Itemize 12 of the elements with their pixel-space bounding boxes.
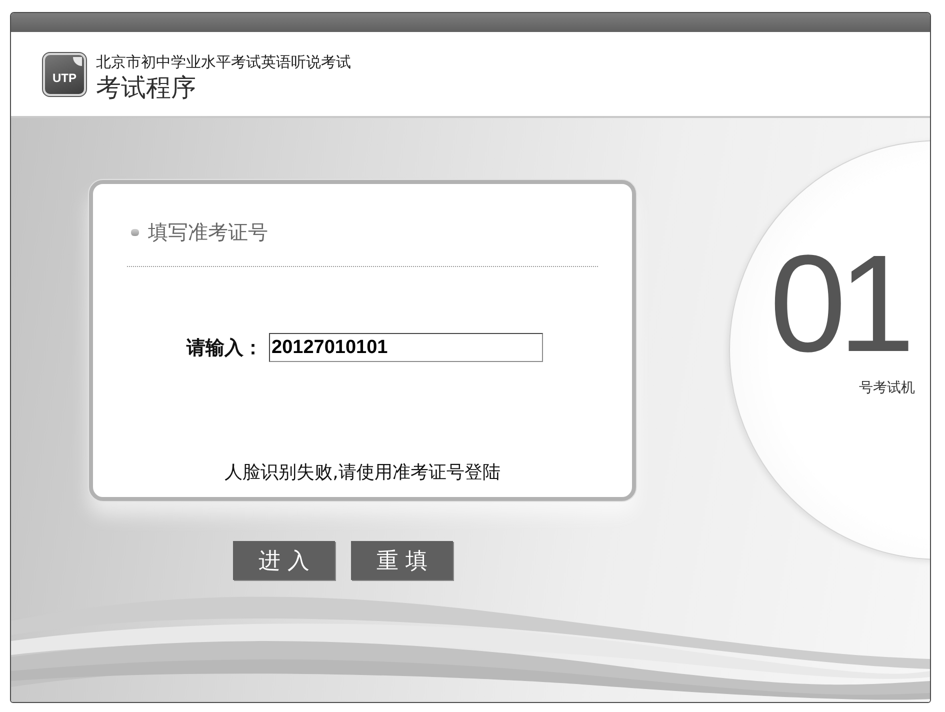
machine-number: 01: [770, 235, 908, 373]
reset-button[interactable]: 重 填: [351, 541, 453, 580]
app-logo: UTP: [43, 53, 86, 96]
field-label: 请输入：: [186, 336, 262, 360]
bullet-icon: [131, 228, 139, 236]
error-message: 人脸识别失败,请使用准考证号登陆: [224, 461, 500, 485]
input-field[interactable]: 20127010101: [268, 333, 542, 362]
exam-subtitle: 北京市初中学业水平考试英语听说考试: [96, 53, 351, 71]
panel-heading: 填写准考证号: [148, 219, 268, 245]
machine-label: 号考试机: [859, 379, 915, 397]
enter-button[interactable]: 进 入: [233, 541, 335, 580]
app-title: 考试程序: [96, 73, 196, 103]
